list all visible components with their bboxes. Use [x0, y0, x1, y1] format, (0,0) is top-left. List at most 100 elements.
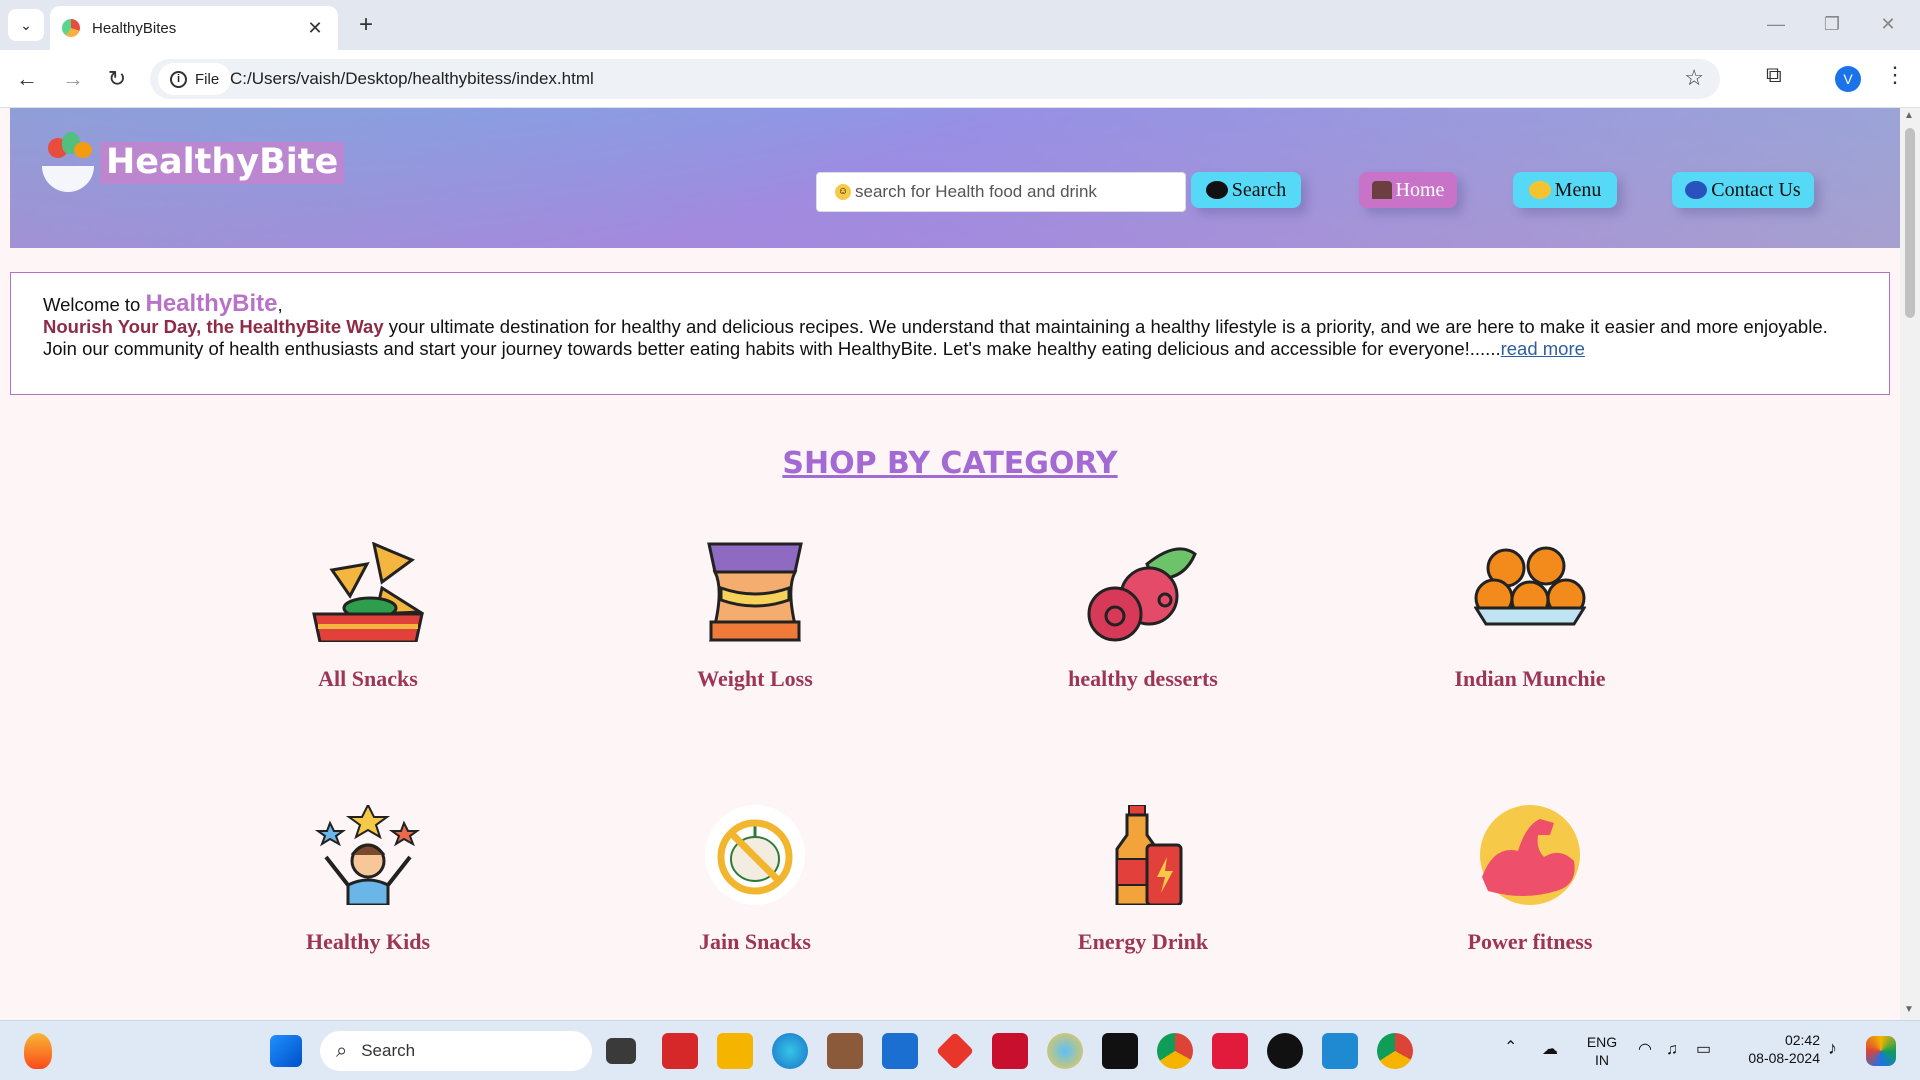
- store-icon[interactable]: [882, 1033, 918, 1069]
- ladoo-icon: [1473, 542, 1587, 642]
- widgets-icon[interactable]: [24, 1033, 52, 1069]
- mcafee-icon[interactable]: [992, 1033, 1028, 1069]
- vscode-icon[interactable]: [1322, 1033, 1358, 1069]
- region-code: IN: [1595, 1052, 1609, 1068]
- smiley-emoji-icon: ☺: [835, 184, 851, 200]
- forward-arrow-icon[interactable]: →: [56, 62, 90, 96]
- clock-time: 02:42: [1784, 1032, 1820, 1048]
- search-icon: ⌕: [336, 1039, 348, 1062]
- welcome-comma: ,: [277, 294, 283, 315]
- minimize-icon[interactable]: —: [1756, 8, 1796, 40]
- nav-home-button[interactable]: Home: [1359, 172, 1457, 208]
- section-title[interactable]: SHOP BY CATEGORY: [0, 446, 1900, 481]
- more-menu-icon[interactable]: ⋮: [1884, 62, 1906, 88]
- nav-menu-button[interactable]: Menu: [1513, 172, 1617, 208]
- search-button-label: Search: [1231, 178, 1287, 201]
- file-explorer-icon[interactable]: [717, 1033, 753, 1069]
- logo-text: HealthyBite: [100, 142, 345, 184]
- git-diamond-icon[interactable]: [935, 1031, 975, 1071]
- bookmark-star-icon[interactable]: ☆: [1684, 65, 1704, 91]
- category-label: healthy desserts: [1068, 666, 1218, 691]
- extensions-puzzle-icon[interactable]: ⧉: [1766, 62, 1782, 88]
- search-button[interactable]: Search: [1191, 172, 1301, 208]
- chrome-icon[interactable]: [1157, 1033, 1193, 1069]
- no-onion-icon: [699, 805, 811, 905]
- salad-bowl-icon: [40, 130, 96, 192]
- category-healthy-desserts[interactable]: healthy desserts: [1018, 542, 1268, 692]
- site-info-chip[interactable]: i File: [158, 63, 232, 95]
- task-view-icon[interactable]: [606, 1038, 636, 1064]
- info-icon: i: [170, 70, 187, 88]
- category-label: Energy Drink: [1077, 929, 1209, 954]
- search-field[interactable]: ☺: [816, 172, 1186, 212]
- house-icon: [1371, 181, 1392, 199]
- scroll-thumb[interactable]: [1905, 128, 1915, 318]
- category-indian-munchie[interactable]: Indian Munchie: [1405, 542, 1655, 692]
- page-scrollbar[interactable]: ▲ ▼: [1900, 108, 1920, 1020]
- notification-bell-icon[interactable]: ♪: [1828, 1039, 1837, 1057]
- welcome-brand: HealthyBite: [145, 290, 278, 317]
- category-all-snacks[interactable]: All Snacks: [243, 541, 493, 692]
- acrobat-icon[interactable]: [662, 1033, 698, 1069]
- category-weight-loss[interactable]: Weight Loss: [630, 542, 880, 692]
- address-bar[interactable]: i File C:/Users/vaish/Desktop/healthybit…: [150, 59, 1720, 99]
- restore-icon[interactable]: ❐: [1812, 8, 1852, 40]
- language-code: ENG: [1586, 1034, 1618, 1050]
- red-app-icon[interactable]: [1212, 1033, 1248, 1069]
- windows-start-icon[interactable]: [270, 1035, 302, 1067]
- scroll-up-icon[interactable]: ▲: [1904, 110, 1914, 121]
- close-tab-icon[interactable]: ✕: [304, 18, 326, 39]
- ie-icon[interactable]: [1047, 1033, 1083, 1069]
- tab-title: HealthyBites: [92, 19, 177, 37]
- category-label: Indian Munchie: [1454, 666, 1606, 691]
- page-viewport: HealthyBite ☺ Search Home Menu Contact U…: [0, 108, 1900, 1020]
- tray-chevron-icon[interactable]: ⌃: [1504, 1039, 1517, 1057]
- battery-icon[interactable]: ▭: [1696, 1041, 1711, 1059]
- reload-icon[interactable]: ↻: [100, 62, 134, 96]
- category-healthy-kids[interactable]: Healthy Kids: [243, 802, 493, 955]
- category-power-fitness[interactable]: Power fitness: [1405, 805, 1655, 955]
- language-indicator[interactable]: ENG IN: [1580, 1033, 1624, 1069]
- browser-tab-healthybites[interactable]: HealthyBites ✕: [50, 6, 338, 50]
- nav-menu-label: Menu: [1554, 178, 1602, 201]
- site-logo[interactable]: HealthyBite: [40, 130, 345, 192]
- search-icon: [1205, 181, 1228, 199]
- os-taskbar: ⌕ Search ⌃ ☁ ENG IN ◠ ♫ ▭ 02:42 08-08-20…: [0, 1020, 1920, 1080]
- energy-drink-icon: [1087, 804, 1199, 907]
- category-label: Weight Loss: [697, 666, 813, 691]
- volume-icon[interactable]: ♫: [1666, 1041, 1678, 1059]
- category-jain-snacks[interactable]: Jain Snacks: [630, 805, 880, 955]
- onedrive-cloud-icon[interactable]: ☁: [1542, 1041, 1558, 1059]
- profile-avatar[interactable]: V: [1835, 66, 1861, 92]
- category-label: Power fitness: [1467, 929, 1593, 954]
- scroll-down-icon[interactable]: ▼: [1904, 1004, 1914, 1015]
- url-text[interactable]: C:/Users/vaish/Desktop/healthybitess/ind…: [230, 69, 594, 89]
- back-arrow-icon[interactable]: ←: [10, 62, 44, 96]
- welcome-tagline: Nourish Your Day, the HealthyBite Way: [43, 316, 384, 337]
- edge-icon[interactable]: [772, 1033, 808, 1069]
- new-tab-button[interactable]: +: [350, 10, 382, 42]
- read-more-link[interactable]: read more: [1501, 338, 1585, 359]
- m-app-icon[interactable]: [1102, 1033, 1138, 1069]
- user-icon: [1685, 181, 1708, 199]
- category-label: Jain Snacks: [699, 929, 811, 954]
- github-icon[interactable]: [1267, 1033, 1303, 1069]
- wifi-icon[interactable]: ◠: [1638, 1041, 1652, 1059]
- search-input[interactable]: [855, 182, 1175, 202]
- taskbar-search-label: Search: [361, 1041, 416, 1060]
- clock[interactable]: 02:42 08-08-2024: [1730, 1031, 1820, 1067]
- chrome-active-icon[interactable]: [1377, 1033, 1413, 1069]
- category-energy-drink[interactable]: Energy Drink: [1018, 804, 1268, 955]
- waist-measure-icon: [699, 542, 811, 642]
- photo-app-icon[interactable]: [827, 1033, 863, 1069]
- nav-contact-button[interactable]: Contact Us: [1672, 172, 1814, 208]
- nav-home-label: Home: [1395, 178, 1445, 201]
- tab-list-button[interactable]: ⌄: [8, 9, 44, 41]
- copilot-icon[interactable]: [1866, 1036, 1896, 1066]
- browser-tabstrip: ⌄ HealthyBites ✕ + — ❐ ✕: [0, 0, 1920, 50]
- nav-contact-label: Contact Us: [1711, 178, 1801, 201]
- salad-favicon-icon: [62, 19, 80, 37]
- taskbar-search[interactable]: ⌕ Search: [320, 1031, 592, 1071]
- category-label: All Snacks: [318, 666, 418, 691]
- close-window-icon[interactable]: ✕: [1868, 8, 1908, 40]
